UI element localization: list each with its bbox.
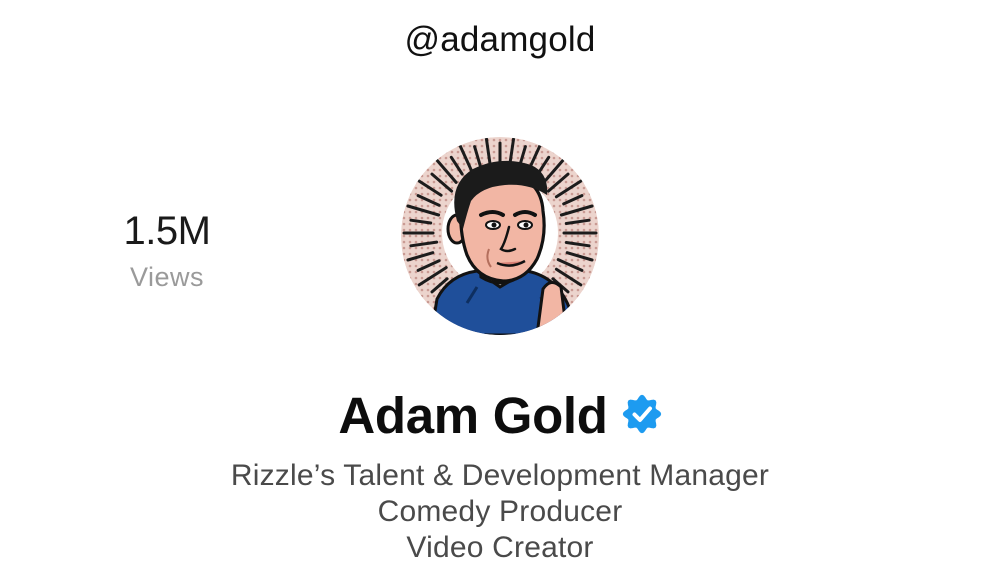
bio-line: Comedy Producer <box>377 495 623 528</box>
display-name: Adam Gold <box>338 387 608 444</box>
avatar-portrait-icon <box>401 137 599 335</box>
display-name-row: Adam Gold <box>0 386 1000 446</box>
views-count: 1.5M <box>123 209 211 253</box>
bio-line: Video Creator <box>406 531 594 564</box>
views-stat[interactable]: 1.5M Views <box>100 206 234 294</box>
profile-bio: Rizzle’s Talent & Development Manager Co… <box>0 458 1000 566</box>
verified-badge-icon <box>622 394 662 434</box>
bio-line: Rizzle’s Talent & Development Manager <box>230 459 770 492</box>
avatar[interactable] <box>401 137 599 335</box>
views-label: Views <box>129 262 205 292</box>
profile-username: @adamgold <box>404 20 596 59</box>
